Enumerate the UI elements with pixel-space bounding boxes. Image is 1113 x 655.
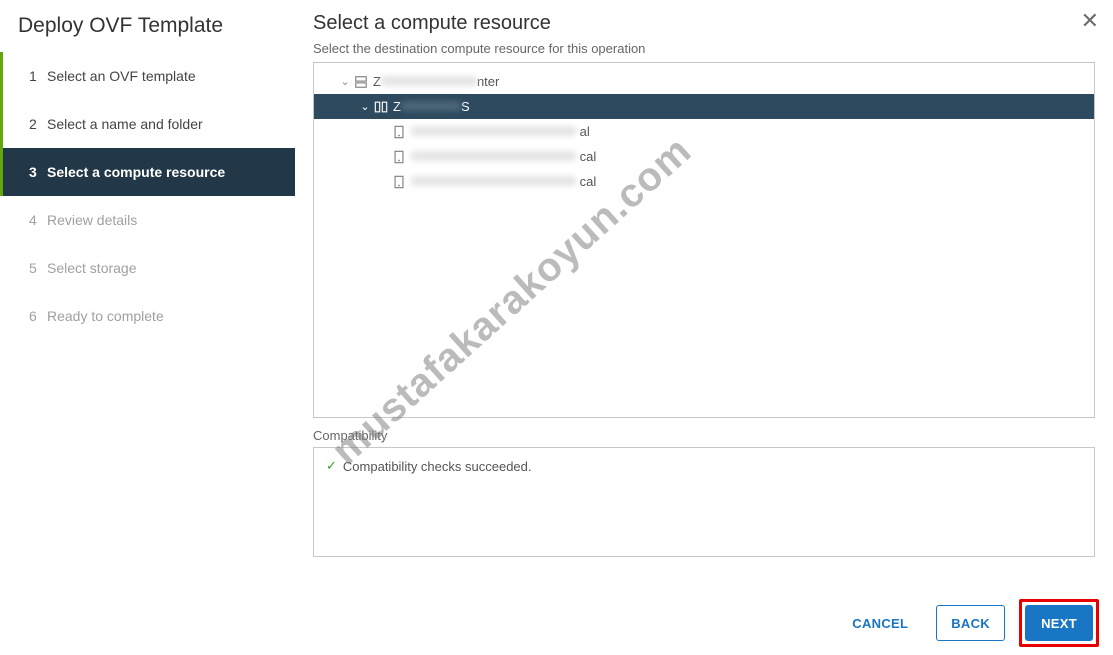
host-icon	[390, 175, 408, 189]
tree-label-suffix: nter	[477, 74, 499, 89]
step-3[interactable]: 3 Select a compute resource	[0, 148, 295, 196]
cluster-icon	[372, 100, 390, 114]
step-label: Select a name and folder	[47, 116, 203, 132]
tree-datacenter[interactable]: ⌄ Znter	[314, 69, 1094, 94]
wizard-footer: CANCEL BACK NEXT	[838, 599, 1099, 647]
tree-cluster-selected[interactable]: ⌄ Z S	[314, 94, 1094, 119]
wizard-title: Deploy OVF Template	[0, 14, 295, 52]
page-instruction: Select the destination compute resource …	[313, 41, 1095, 56]
redacted-text	[411, 151, 576, 161]
step-1[interactable]: 1 Select an OVF template	[0, 52, 295, 100]
back-button[interactable]: BACK	[936, 605, 1005, 641]
tree-host[interactable]: cal	[314, 144, 1094, 169]
host-icon	[390, 150, 408, 164]
redacted-text	[401, 101, 461, 111]
step-num: 2	[29, 116, 47, 132]
next-button-highlight: NEXT	[1019, 599, 1099, 647]
chevron-down-icon[interactable]: ⌄	[358, 100, 372, 113]
step-5: 5 Select storage	[0, 244, 295, 292]
step-label: Select an OVF template	[47, 68, 196, 84]
redacted-text	[411, 126, 576, 136]
compatibility-label: Compatibility	[313, 428, 1095, 443]
redacted-text	[381, 76, 477, 86]
next-button[interactable]: NEXT	[1025, 605, 1093, 641]
step-6: 6 Ready to complete	[0, 292, 295, 340]
step-2[interactable]: 2 Select a name and folder	[0, 100, 295, 148]
step-label: Select a compute resource	[47, 164, 225, 180]
page-title: Select a compute resource	[313, 12, 1095, 35]
tree-label-prefix: Z	[373, 74, 381, 89]
compatibility-message: Compatibility checks succeeded.	[343, 459, 532, 474]
step-label: Review details	[47, 212, 137, 228]
tree-host[interactable]: al	[314, 119, 1094, 144]
close-button[interactable]: ✕	[1081, 10, 1099, 32]
check-icon: ✓	[326, 458, 337, 474]
step-num: 5	[29, 260, 47, 276]
redacted-text	[411, 176, 576, 186]
datacenter-icon	[352, 75, 370, 89]
compatibility-panel: ✓ Compatibility checks succeeded.	[313, 447, 1095, 557]
tree-label-prefix: Z	[393, 99, 401, 114]
compute-resource-tree[interactable]: ⌄ Znter ⌄ Z S	[313, 62, 1095, 418]
tree-label-suffix: cal	[580, 149, 597, 164]
tree-host[interactable]: cal	[314, 169, 1094, 194]
step-num: 4	[29, 212, 47, 228]
host-icon	[390, 125, 408, 139]
tree-label-suffix: cal	[580, 174, 597, 189]
tree-label-suffix: al	[580, 124, 590, 139]
step-num: 3	[29, 164, 47, 180]
step-label: Select storage	[47, 260, 137, 276]
wizard-sidebar: Deploy OVF Template 1 Select an OVF temp…	[0, 0, 295, 655]
wizard-main: ✕ Select a compute resource Select the d…	[295, 0, 1113, 655]
chevron-down-icon[interactable]: ⌄	[338, 75, 352, 88]
tree-label-suffix: S	[461, 99, 470, 114]
cancel-button[interactable]: CANCEL	[838, 605, 922, 641]
step-label: Ready to complete	[47, 308, 164, 324]
step-num: 6	[29, 308, 47, 324]
step-4: 4 Review details	[0, 196, 295, 244]
step-num: 1	[29, 68, 47, 84]
